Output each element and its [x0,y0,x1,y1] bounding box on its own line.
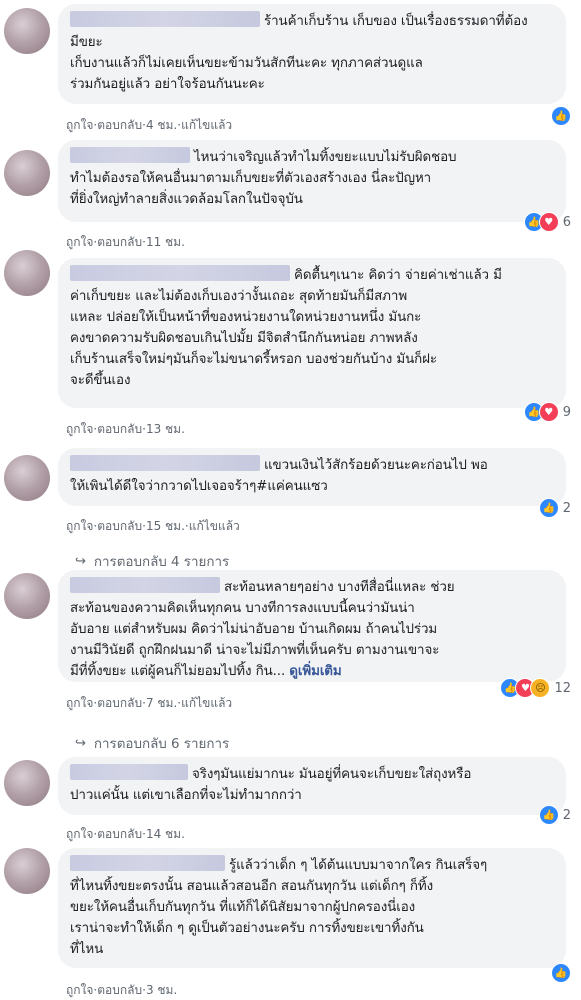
reaction-count: 9 [562,404,571,420]
like-button[interactable]: ถูกใจ [66,420,93,439]
commenter-name-redacted[interactable] [70,11,260,27]
comment-actions: ถูกใจ · ตอบกลับ · 15 ชม. · แก้ไขแล้ว [66,517,240,536]
comment-timestamp[interactable]: 7 ชม. [146,694,177,713]
comment-timestamp[interactable]: 11 ชม. [146,233,185,252]
reply-button[interactable]: ตอบกลับ [97,116,142,135]
comment-text: รู้แล้วว่าเด็ก ๆ ได้ต้นแบบมาจากใคร กินเส… [70,855,554,960]
like-button[interactable]: ถูกใจ [66,517,93,536]
reaction-summary[interactable]: 👍 ♥ 6 [523,212,571,232]
commenter-avatar[interactable] [4,573,50,619]
like-button[interactable]: ถูกใจ [66,233,93,252]
reply-button[interactable]: ตอบกลับ [97,233,142,252]
comment-timestamp[interactable]: 15 ชม. [146,517,185,536]
commenter-avatar[interactable] [4,150,50,196]
commenter-avatar[interactable] [4,848,50,894]
reaction-count: 2 [562,500,571,516]
replies-count-label: การตอบกลับ 4 รายการ [93,555,230,570]
reaction-count: 6 [562,214,571,230]
reaction-count: 2 [562,807,571,823]
comment-timestamp[interactable]: 3 ชม. [146,981,177,1000]
comment-actions: ถูกใจ · ตอบกลับ · 4 ชม. · แก้ไขแล้ว [66,116,232,135]
commenter-name-redacted[interactable] [70,855,225,871]
comment-text: จริงๆมันแย่มากนะ มันอยู่ที่คนจะเก็บขยะใส… [70,764,554,806]
reply-arrow-icon: ↪ [75,554,86,569]
love-reaction-icon: ♥ [538,212,559,232]
like-button[interactable]: ถูกใจ [66,694,93,713]
like-reaction-icon: 👍 [551,963,571,983]
comment-bubble: รู้แล้วว่าเด็ก ๆ ได้ต้นแบบมาจากใคร กินเส… [58,848,566,968]
see-more-link[interactable]: ดูเพิ่มเติม [289,664,341,679]
commenter-name-redacted[interactable] [70,265,290,281]
view-replies-link[interactable]: ↪ การตอบกลับ 4 รายการ [75,551,229,572]
reaction-summary[interactable]: 👍 [551,963,571,983]
comment-timestamp[interactable]: 4 ชม. [146,116,177,135]
commenter-avatar[interactable] [4,760,50,806]
comment-bubble: สะท้อนหลายๆอย่าง บางทีสื่อนี่แหละ ช่วย ส… [58,570,566,682]
reply-arrow-icon: ↪ [75,736,86,751]
edited-label[interactable]: แก้ไขแล้ว [181,694,232,713]
reply-button[interactable]: ตอบกลับ [97,694,142,713]
comment-actions: ถูกใจ · ตอบกลับ · 14 ชม. [66,825,185,844]
edited-label[interactable]: แก้ไขแล้ว [189,517,240,536]
commenter-name-redacted[interactable] [70,455,260,471]
reply-button[interactable]: ตอบกลับ [97,517,142,536]
comment-actions: ถูกใจ · ตอบกลับ · 3 ชม. [66,981,177,1000]
like-reaction-icon: 👍 [551,106,571,126]
comment-text: ร้านค้าเก็บร้าน เก็บของ เป็นเรื่องธรรมดา… [70,11,554,95]
reaction-summary[interactable]: 👍 2 [538,805,571,825]
commenter-avatar[interactable] [4,455,50,501]
commenter-name-redacted[interactable] [70,764,188,780]
comment-bubble: ร้านค้าเก็บร้าน เก็บของ เป็นเรื่องธรรมดา… [58,4,566,104]
comment-bubble: ไหนว่าเจริญแล้วทำไมทิ้งขยะแบบไม่รับผิดชอ… [58,140,566,222]
comment-bubble: จริงๆมันแย่มากนะ มันอยู่ที่คนจะเก็บขยะใส… [58,757,566,815]
love-reaction-icon: ♥ [538,402,559,422]
like-reaction-icon: 👍 [538,498,559,518]
reaction-summary[interactable]: 👍 ♥ 9 [523,402,571,422]
comment-bubble: คิดตื้นๆเนาะ คิดว่า จ่ายค่าเช่าแล้ว มี ค… [58,258,566,408]
comment-timestamp[interactable]: 13 ชม. [146,420,185,439]
reaction-summary[interactable]: 👍 [551,106,571,126]
reply-button[interactable]: ตอบกลับ [97,825,142,844]
comment-actions: ถูกใจ · ตอบกลับ · 13 ชม. [66,420,185,439]
like-button[interactable]: ถูกใจ [66,825,93,844]
comment-actions: ถูกใจ · ตอบกลับ · 7 ชม. · แก้ไขแล้ว [66,694,232,713]
comment-timestamp[interactable]: 14 ชม. [146,825,185,844]
comment-body: สะท้อนหลายๆอย่าง บางทีสื่อนี่แหละ ช่วย ส… [70,580,455,679]
view-replies-link[interactable]: ↪ การตอบกลับ 6 รายการ [75,733,229,754]
edited-label[interactable]: แก้ไขแล้ว [181,116,232,135]
comment-body: คิดตื้นๆเนาะ คิดว่า จ่ายค่าเช่าแล้ว มี ค… [70,268,502,388]
reply-button[interactable]: ตอบกลับ [97,420,142,439]
commenter-name-redacted[interactable] [70,577,220,593]
comment-text: คิดตื้นๆเนาะ คิดว่า จ่ายค่าเช่าแล้ว มี ค… [70,265,554,391]
commenter-avatar[interactable] [4,250,50,296]
like-button[interactable]: ถูกใจ [66,981,93,1000]
like-button[interactable]: ถูกใจ [66,116,93,135]
comment-text: ไหนว่าเจริญแล้วทำไมทิ้งขยะแบบไม่รับผิดชอ… [70,147,554,210]
comment-thread: ร้านค้าเก็บร้าน เก็บของ เป็นเรื่องธรรมดา… [0,0,581,1000]
comment-body: รู้แล้วว่าเด็ก ๆ ได้ต้นแบบมาจากใคร กินเส… [70,858,488,957]
commenter-avatar[interactable] [4,8,50,54]
commenter-name-redacted[interactable] [70,147,190,163]
reaction-summary[interactable]: 👍 2 [538,498,571,518]
replies-count-label: การตอบกลับ 6 รายการ [93,737,230,752]
reaction-summary[interactable]: 👍 ♥ ☹ 12 [500,678,571,698]
reply-button[interactable]: ตอบกลับ [97,981,142,1000]
comment-text: แขวนเงินไว้สักร้อยด้วยนะคะก่อนไป พอ ให้เ… [70,455,554,497]
comment-text: สะท้อนหลายๆอย่าง บางทีสื่อนี่แหละ ช่วย ส… [70,577,554,682]
comment-bubble: แขวนเงินไว้สักร้อยด้วยนะคะก่อนไป พอ ให้เ… [58,448,566,506]
reaction-count: 12 [554,680,571,696]
comment-actions: ถูกใจ · ตอบกลับ · 11 ชม. [66,233,185,252]
sad-reaction-icon: ☹ [530,678,551,698]
like-reaction-icon: 👍 [538,805,559,825]
